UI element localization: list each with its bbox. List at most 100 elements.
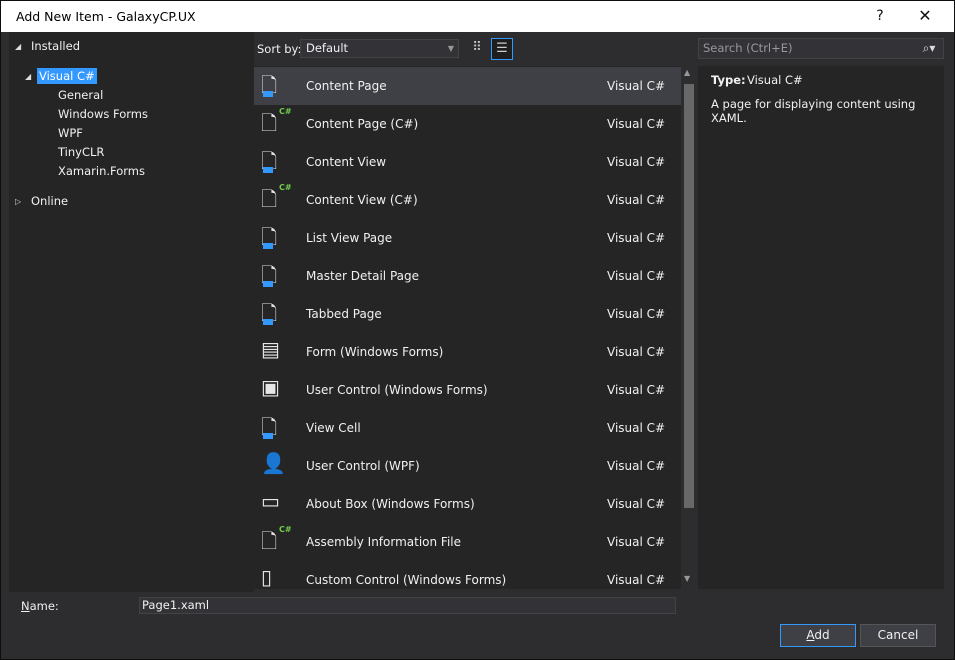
- item-language: Visual C#: [607, 193, 666, 207]
- name-field[interactable]: Page1.xaml: [139, 597, 676, 614]
- add-new-item-dialog: Add New Item - GalaxyCP.UX ? ✕ ◢ Install…: [0, 0, 955, 660]
- info-file-icon: 🗋 C#: [261, 525, 292, 553]
- list-item[interactable]: 🗋 C# Content Page (C#) Visual C#: [254, 105, 681, 143]
- tree-online[interactable]: ▷ Online: [15, 192, 68, 211]
- xaml-badge-icon: [263, 433, 273, 439]
- item-language: Visual C#: [607, 573, 666, 587]
- collapsed-arrow-icon[interactable]: ▷: [15, 192, 25, 211]
- xaml-page-icon: 🗋: [261, 73, 278, 97]
- item-name: Tabbed Page: [306, 307, 382, 321]
- add-button[interactable]: Add: [780, 624, 856, 647]
- xaml-page-icon: 🗋: [261, 263, 278, 287]
- expanded-arrow-icon[interactable]: ◢: [15, 37, 25, 56]
- list-item[interactable]: 🗋 List View Page Visual C#: [254, 219, 681, 257]
- about-box-icon: ▭: [261, 489, 280, 513]
- item-language: Visual C#: [607, 307, 666, 321]
- item-name: Master Detail Page: [306, 269, 420, 283]
- title-bar: Add New Item - GalaxyCP.UX ? ✕: [1, 1, 954, 32]
- xaml-badge-icon: [263, 91, 273, 97]
- help-button[interactable]: ?: [865, 5, 895, 27]
- list-item[interactable]: 🗋 Content Page Visual C#: [254, 67, 681, 105]
- sort-value: Default: [306, 41, 349, 55]
- tree-installed[interactable]: ◢ Installed: [15, 37, 80, 56]
- list-item[interactable]: 🗋 Tabbed Page Visual C#: [254, 295, 681, 333]
- list-item[interactable]: 🗋 Master Detail Page Visual C#: [254, 257, 681, 295]
- item-language: Visual C#: [607, 269, 666, 283]
- scroll-thumb[interactable]: [684, 84, 694, 508]
- item-name: About Box (Windows Forms): [306, 497, 475, 511]
- item-language: Visual C#: [607, 421, 666, 435]
- tree-item-tinyclr[interactable]: TinyCLR: [58, 143, 104, 162]
- csharp-badge-icon: C#: [279, 183, 292, 192]
- custom-control-icon: ▯: [261, 565, 273, 589]
- user-icon: 👤: [261, 451, 286, 475]
- list-item[interactable]: ▣ User Control (Windows Forms) Visual C#: [254, 371, 681, 409]
- item-name: Content View: [306, 155, 387, 169]
- scroll-down-icon[interactable]: ▼: [684, 574, 690, 583]
- details-view-icon[interactable]: ☰: [491, 38, 513, 60]
- xaml-page-icon: 🗋: [261, 225, 278, 249]
- list-item[interactable]: ▭ About Box (Windows Forms) Visual C#: [254, 485, 681, 523]
- list-item[interactable]: 🗋 C# Content View (C#) Visual C#: [254, 181, 681, 219]
- tree-online-label: Online: [31, 194, 69, 208]
- close-button[interactable]: ✕: [910, 5, 940, 27]
- expanded-arrow-icon[interactable]: ◢: [25, 67, 35, 86]
- csharp-badge-icon: C#: [279, 107, 292, 116]
- list-item[interactable]: ▯ Custom Control (Windows Forms) Visual C#: [254, 561, 681, 589]
- description: A page for displaying content using XAML…: [711, 97, 916, 125]
- tree-visual-csharp[interactable]: ◢ Visual C#: [25, 67, 97, 86]
- list-item[interactable]: 🗋 Content View Visual C#: [254, 143, 681, 181]
- list-item[interactable]: 🗋 View Cell Visual C#: [254, 409, 681, 447]
- item-name: List View Page: [306, 231, 393, 245]
- csharp-page-icon: 🗋 C#: [261, 183, 292, 211]
- item-name: User Control (Windows Forms): [306, 383, 488, 397]
- add-label-rest: dd: [814, 628, 830, 642]
- xaml-page-icon: 🗋: [261, 301, 278, 325]
- list-item[interactable]: 🗋 C# Assembly Information File Visual C#: [254, 523, 681, 561]
- tree-installed-label: Installed: [31, 39, 80, 53]
- item-language: Visual C#: [607, 497, 666, 511]
- scroll-up-icon[interactable]: ▲: [684, 68, 690, 77]
- item-name: Form (Windows Forms): [306, 345, 444, 359]
- item-language: Visual C#: [607, 459, 666, 473]
- list-scrollbar[interactable]: ▲ ▼: [681, 66, 697, 589]
- search-input[interactable]: Search (Ctrl+E): [698, 38, 944, 59]
- window-title: Add New Item - GalaxyCP.UX: [16, 9, 196, 24]
- search-icon[interactable]: ⌕▾: [914, 38, 944, 59]
- item-name: View Cell: [306, 421, 361, 435]
- item-name: User Control (WPF): [306, 459, 420, 473]
- item-name: Content Page (C#): [306, 117, 419, 131]
- item-language: Visual C#: [607, 535, 666, 549]
- xaml-badge-icon: [263, 167, 273, 173]
- tree-item-xamarin-forms[interactable]: Xamarin.Forms: [58, 162, 145, 181]
- small-icons-view-icon[interactable]: ⠿: [466, 38, 488, 60]
- sort-toolbar: Sort by: Default ▼ ⠿ ☰: [254, 32, 697, 66]
- type-label: Type:: [711, 73, 746, 87]
- cancel-button[interactable]: Cancel: [860, 624, 936, 647]
- item-name: Content View (C#): [306, 193, 418, 207]
- name-label: Name:: [21, 599, 59, 613]
- item-language: Visual C#: [607, 117, 666, 131]
- dropdown-caret-icon: ▼: [447, 44, 454, 53]
- xaml-badge-icon: [263, 243, 273, 249]
- sort-label: Sort by:: [257, 42, 302, 56]
- type-value: Visual C#: [747, 73, 803, 87]
- item-language: Visual C#: [607, 231, 666, 245]
- item-name: Assembly Information File: [306, 535, 462, 549]
- list-item[interactable]: 👤 User Control (WPF) Visual C#: [254, 447, 681, 485]
- xaml-badge-icon: [263, 319, 273, 325]
- sort-dropdown[interactable]: Default ▼: [300, 39, 459, 58]
- xaml-badge-icon: [263, 281, 273, 287]
- tree-item-wpf[interactable]: WPF: [58, 124, 83, 143]
- details-panel: Type: Visual C# A page for displaying co…: [698, 66, 944, 589]
- list-item[interactable]: ▤ Form (Windows Forms) Visual C#: [254, 333, 681, 371]
- form-icon: ▤: [261, 337, 280, 361]
- item-language: Visual C#: [607, 155, 666, 169]
- item-name: Content Page: [306, 79, 387, 93]
- tree-item-general[interactable]: General: [58, 86, 103, 105]
- item-language: Visual C#: [607, 383, 666, 397]
- csharp-page-icon: 🗋 C#: [261, 107, 292, 135]
- template-tree: ◢ Installed ◢ Visual C# General Windows …: [9, 32, 254, 592]
- user-control-icon: ▣: [261, 375, 280, 399]
- tree-item-windows-forms[interactable]: Windows Forms: [58, 105, 148, 124]
